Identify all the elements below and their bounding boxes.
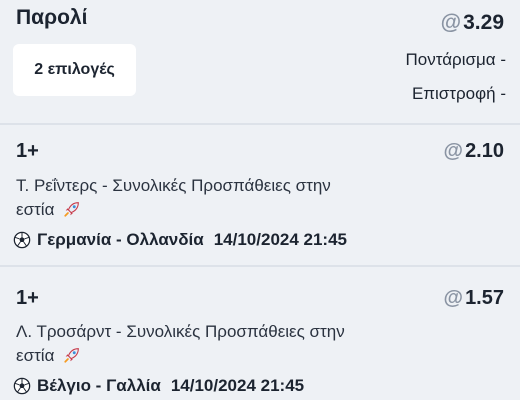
leg-market-line: Τ. Ρεΐντερς - Συνολικές Προσπάθειες στην [16, 176, 331, 195]
rocket-icon [64, 348, 79, 363]
leg-market: Τ. Ρεΐντερς - Συνολικές Προσπάθειες στην… [16, 174, 416, 222]
odds-at-sign: @ [440, 11, 462, 34]
event-teams: Βέλγιο - Γαλλία [37, 376, 161, 395]
parlay-summary: Παρολί @ 3.29 2 επιλογές Ποντάρισμα - Επ… [0, 0, 520, 123]
leg-market-line-2: εστία [16, 344, 416, 368]
event-datetime: 14/10/2024 21:45 [213, 230, 348, 249]
leg-event: Γερμανία - Ολλανδία 14/10/2024 21:45 [13, 230, 347, 250]
soccer-ball-icon [13, 377, 31, 395]
rocket-icon [64, 202, 79, 217]
selections-count-button[interactable]: 2 επιλογές [13, 44, 136, 96]
selection-leg[interactable]: 1+ @ 2.10 Τ. Ρεΐντερς - Συνολικές Προσπά… [0, 125, 520, 265]
leg-odds: @ 2.10 [444, 140, 504, 163]
leg-event: Βέλγιο - Γαλλία 14/10/2024 21:45 [13, 376, 304, 396]
leg-market-line-text: εστία [16, 346, 55, 365]
leg-odds-value: 2.10 [465, 140, 504, 162]
leg-odds: @ 1.57 [444, 287, 504, 310]
stake-label: Ποντάρισμα - [405, 50, 506, 69]
total-odds-value: 3.29 [463, 11, 504, 34]
total-odds: @ 3.29 [441, 11, 504, 35]
return-label: Επιστροφή - [411, 84, 506, 103]
leg-odds-value: 1.57 [465, 287, 504, 309]
leg-market-line-text: εστία [16, 200, 55, 219]
event-datetime: 14/10/2024 21:45 [170, 376, 305, 395]
leg-market-line-2: εστία [16, 198, 416, 222]
odds-at-sign: @ [443, 287, 464, 309]
event-teams: Γερμανία - Ολλανδία [37, 230, 204, 249]
odds-at-sign: @ [443, 140, 464, 162]
leg-market: Λ. Τροσάρντ - Συνολικές Προσπάθειες στην… [16, 320, 416, 368]
leg-market-line: Λ. Τροσάρντ - Συνολικές Προσπάθειες στην [16, 322, 345, 341]
leg-pick: 1+ [16, 287, 39, 309]
leg-pick: 1+ [16, 140, 39, 162]
parlay-title: Παρολί [16, 6, 88, 29]
soccer-ball-icon [13, 231, 31, 249]
selection-leg[interactable]: 1+ @ 1.57 Λ. Τροσάρντ - Συνολικές Προσπά… [0, 267, 520, 400]
